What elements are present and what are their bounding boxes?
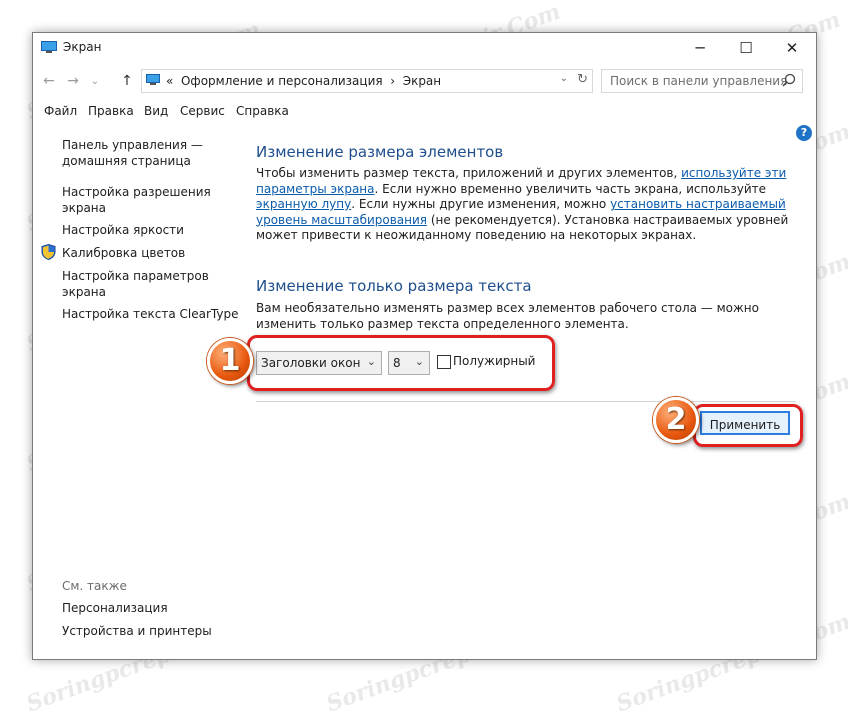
breadcrumb-display[interactable]: Экран — [403, 74, 441, 88]
close-button[interactable]: ✕ — [769, 33, 815, 63]
forward-arrow-icon: → — [67, 73, 79, 89]
section-heading-text-size: Изменение только размера текста — [256, 277, 532, 295]
minimize-icon: ─ — [695, 39, 705, 57]
address-dropdown-icon[interactable]: ⌄ — [560, 73, 568, 84]
sidebar-item-label: домашняя страница — [62, 154, 191, 168]
sidebar-item-label: экрана — [62, 285, 107, 299]
menu-tools[interactable]: Сервис — [180, 104, 225, 118]
menu-view[interactable]: Вид — [144, 104, 168, 118]
sidebar-item-label: Настройка яркости — [62, 223, 184, 237]
title-bar: Экран ─ ☐ ✕ — [33, 33, 816, 63]
sidebar-item-label: Настройка текста ClearType — [62, 307, 239, 321]
size-description: Чтобы изменить размер текста, приложений… — [256, 166, 796, 244]
highlight-frame-1 — [247, 335, 555, 391]
sidebar-item-devices[interactable]: Устройства и принтеры — [62, 623, 212, 639]
close-icon: ✕ — [785, 39, 799, 57]
search-icon[interactable] — [782, 73, 796, 87]
highlight-frame-2 — [693, 404, 803, 447]
sidebar-item-brightness[interactable]: Настройка яркости — [62, 222, 184, 238]
menu-help[interactable]: Справка — [236, 104, 289, 118]
step-badge-1: 1 — [207, 338, 253, 384]
navigation-bar: ← → ⌄ ↑ « Оформление и персонализация › … — [33, 67, 816, 95]
chevron-down-icon: ⌄ — [90, 75, 100, 87]
magnifier-link[interactable]: экранную лупу — [256, 197, 351, 211]
breadcrumb-overflow[interactable]: « — [166, 74, 173, 88]
sidebar-item-display-params[interactable]: Настройка параметров экрана — [62, 268, 209, 300]
breadcrumb-separator: › — [390, 74, 396, 88]
search-placeholder: Поиск в панели управления — [610, 74, 788, 88]
sidebar-item-label: Настройка параметров — [62, 269, 209, 283]
back-arrow-icon: ← — [43, 73, 55, 89]
sidebar-item-personalization[interactable]: Персонализация — [62, 600, 168, 616]
search-input[interactable]: Поиск в панели управления — [601, 69, 803, 93]
sidebar-item-label: экрана — [62, 201, 107, 215]
breadcrumb: « Оформление и персонализация › Экран — [166, 74, 441, 88]
window-title: Экран — [63, 40, 102, 54]
breadcrumb-appearance[interactable]: Оформление и персонализация — [181, 74, 383, 88]
up-arrow-icon: ↑ — [121, 73, 133, 89]
section-heading-size: Изменение размера элементов — [256, 143, 504, 161]
text: Чтобы изменить размер текста, приложений… — [256, 166, 682, 180]
address-bar[interactable]: « Оформление и персонализация › Экран ⌄ … — [141, 69, 593, 93]
minimize-button[interactable]: ─ — [677, 33, 723, 63]
step-badge-2: 2 — [653, 397, 699, 443]
maximize-button[interactable]: ☐ — [723, 33, 769, 63]
sidebar-item-home[interactable]: Панель управления — домашняя страница — [62, 137, 203, 169]
control-panel-window: Экран ─ ☐ ✕ ← → ⌄ ↑ « Оформление и персо… — [32, 32, 817, 660]
sidebar-item-label: Настройка разрешения — [62, 185, 211, 199]
sidebar-item-calibration[interactable]: Калибровка цветов — [62, 245, 185, 261]
sidebar-item-cleartype[interactable]: Настройка текста ClearType — [62, 306, 238, 322]
sidebar-item-label: Калибровка цветов — [62, 246, 186, 260]
recent-locations-button[interactable]: ⌄ — [85, 71, 105, 91]
back-button[interactable]: ← — [39, 71, 59, 91]
shield-icon — [41, 244, 56, 260]
maximize-icon: ☐ — [739, 39, 753, 57]
text: . Если нужно временно увеличить часть эк… — [374, 181, 767, 196]
text: . Если нужны другие изменения, можно — [351, 197, 611, 211]
forward-button[interactable]: → — [63, 71, 83, 91]
help-icon[interactable]: ? — [796, 125, 812, 141]
display-icon — [41, 41, 57, 53]
control-panel-icon — [146, 74, 160, 85]
menu-file[interactable]: Файл — [44, 104, 77, 118]
up-button[interactable]: ↑ — [117, 71, 137, 91]
divider — [256, 401, 796, 402]
see-also-heading: См. также — [62, 579, 127, 593]
sidebar-item-label: Панель управления — — [62, 138, 203, 152]
sidebar-item-resolution[interactable]: Настройка разрешения экрана — [62, 184, 211, 216]
menu-bar: Файл Правка Вид Сервис Справка — [33, 101, 816, 123]
menu-edit[interactable]: Правка — [88, 104, 134, 118]
text-size-description: Вам необязательно изменять размер всех э… — [256, 301, 759, 331]
refresh-icon[interactable]: ↻ — [577, 72, 588, 87]
